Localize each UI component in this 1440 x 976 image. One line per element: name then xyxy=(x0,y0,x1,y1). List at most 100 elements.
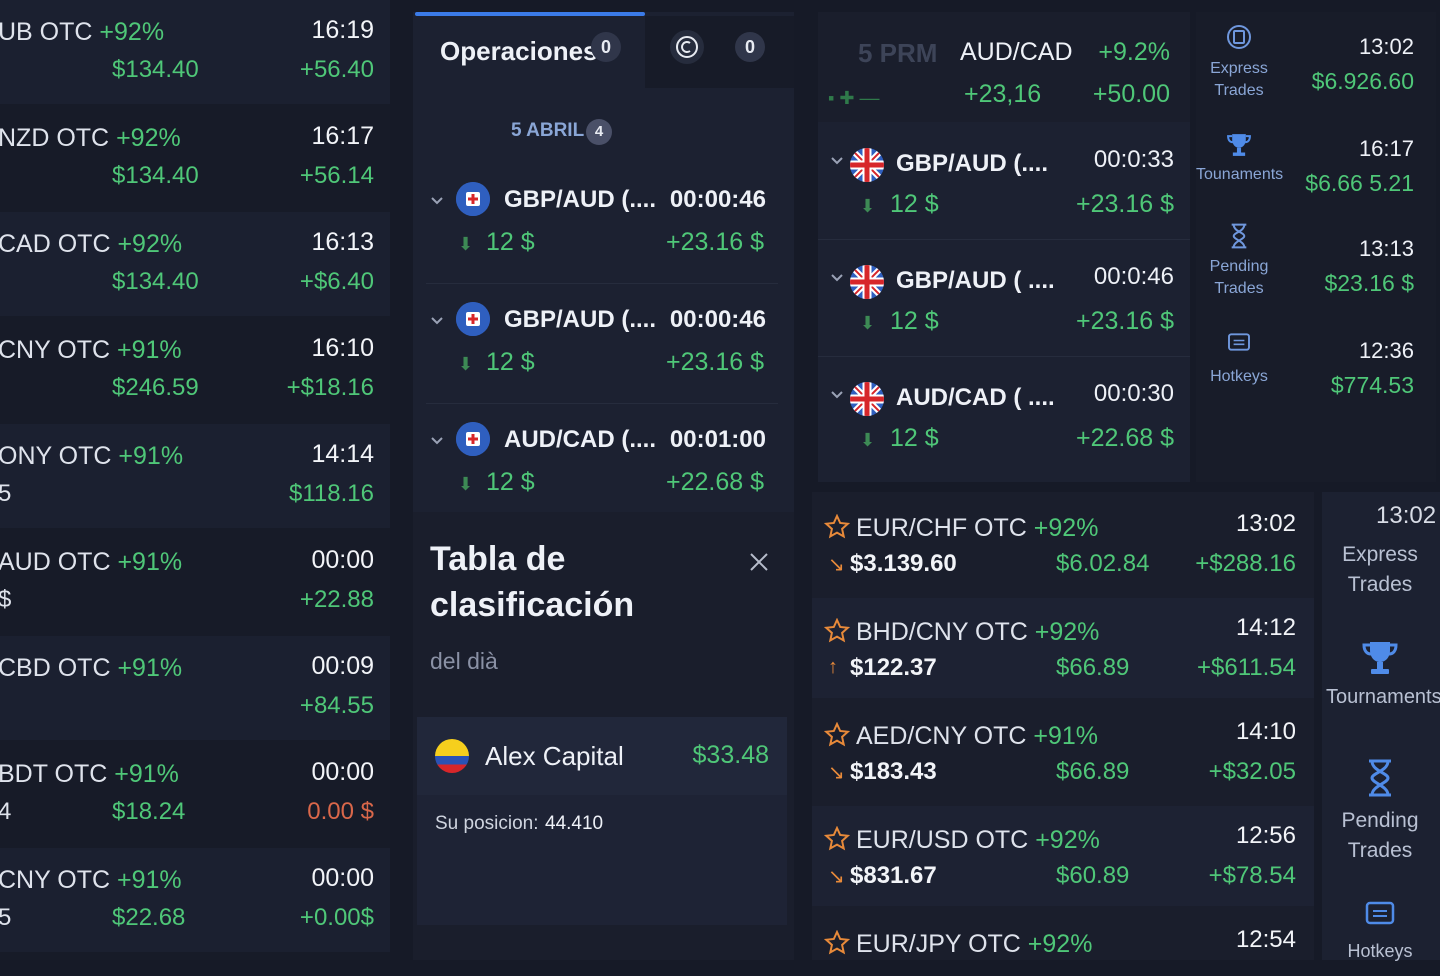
operation-name: GBP/AUD (.... xyxy=(504,306,657,333)
right-trade-item[interactable]: AUD/CAD ( .... 00:0:30 ⬇ 12 $ +22.68 $ xyxy=(818,358,1190,474)
side-nav-item[interactable]: Express Trades xyxy=(1196,24,1282,102)
left-asset-time: 00:00 xyxy=(311,864,374,892)
leaderboard-subtitle: del dià xyxy=(430,648,498,674)
asset-change: +$288.16 xyxy=(1195,550,1296,577)
right-trade-name: GBP/AUD (.... xyxy=(896,150,1049,177)
date-label: 5 ABRIL xyxy=(511,120,585,141)
chevron-down-icon[interactable] xyxy=(430,314,444,328)
asset-mid: $66.89 xyxy=(1056,758,1130,785)
operation-item[interactable]: GBP/AUD (.... 00:00:46 ⬇ 12 $ +23.16 $ xyxy=(426,292,778,404)
left-asset-change: 0.00 $ xyxy=(307,798,374,825)
star-icon[interactable] xyxy=(823,825,851,852)
left-asset-row[interactable]: NZD OTC +92% 16:17 $134.40 +56.14 xyxy=(0,106,390,210)
left-asset-name: ONY OTC xyxy=(0,442,112,470)
asset-pct: +92% xyxy=(1027,930,1093,958)
operation-item[interactable]: AUD/CAD (.... 00:01:00 ⬇ 12 $ +22.68 $ xyxy=(426,412,778,524)
operations-tab-label: Operaciones xyxy=(440,36,598,66)
leaderboard-user-row[interactable]: Alex Capital $33.48 xyxy=(417,717,787,795)
right-trade-item[interactable]: GBP/AUD (.... 00:0:33 ⬇ 12 $ +23.16 $ xyxy=(818,124,1190,240)
operation-item[interactable]: GBP/AUD (.... 00:00:46 ⬇ 12 $ +23.16 $ xyxy=(426,172,778,284)
right-trade-amount: 12 $ xyxy=(890,307,939,335)
right-trade-item[interactable]: GBP/AUD ( .... 00:0:46 ⬇ 12 $ +23.16 $ xyxy=(818,241,1190,357)
clock-tab[interactable]: 0 xyxy=(645,16,794,88)
left-asset-name: CNY OTC xyxy=(0,866,111,894)
bottom-nav-tournaments[interactable]: Tournaments xyxy=(1326,636,1440,712)
left-asset-value: 5 xyxy=(0,480,12,507)
left-asset-value: $22.68 xyxy=(112,904,186,931)
asset-pair: BHD/CNY OTC +92% xyxy=(856,618,1099,647)
left-asset-row[interactable]: CNY OTC +91% 00:00 5 $22.68 +0.00$ xyxy=(0,848,390,952)
left-asset-pct: +91% xyxy=(118,442,184,470)
asset-row[interactable]: EUR/JPY OTC +92% 12:54 xyxy=(812,910,1314,976)
right-trade-payout: +23.16 $ xyxy=(1075,307,1174,335)
left-asset-name: BDT OTC xyxy=(0,760,108,788)
pending-label-1: Pending xyxy=(1341,809,1419,832)
left-asset-time: 00:09 xyxy=(311,652,374,680)
bottom-nav-pending-trades[interactable]: Pending Trades xyxy=(1326,758,1434,866)
chevron-down-icon[interactable] xyxy=(430,434,444,448)
star-icon[interactable] xyxy=(823,617,851,644)
left-asset-row[interactable]: UB OTC +92% 16:19 $134.40 +56.40 xyxy=(0,0,390,104)
right-trade-payout: +23.16 $ xyxy=(1075,190,1174,218)
keyboard-icon xyxy=(1196,332,1282,366)
asset-time: 14:10 xyxy=(1235,718,1296,745)
left-asset-pct: +91% xyxy=(117,336,182,364)
left-asset-row[interactable]: CAD OTC +92% 16:13 $134.40 +$6.40 xyxy=(0,212,390,316)
bottom-nav-time: 13:02 xyxy=(1376,502,1437,529)
clock-tab-count: 0 xyxy=(735,32,765,62)
leaderboard-user-name: Alex Capital xyxy=(485,741,624,771)
hotkeys-label: Hotkeys xyxy=(1347,941,1413,961)
asset-mid: $66.89 xyxy=(1056,654,1130,681)
left-asset-change: +$18.16 xyxy=(286,374,374,401)
left-asset-row[interactable]: AUD OTC +91% 00:00 $ +22.88 xyxy=(0,530,390,634)
chevron-down-icon[interactable] xyxy=(830,271,844,285)
left-asset-value: $134.40 xyxy=(112,268,199,295)
left-asset-change: $118.16 xyxy=(289,480,374,507)
asset-pct: +91% xyxy=(1033,722,1098,750)
leaderboard-title-line1: Tabla de xyxy=(430,540,566,578)
left-asset-name: CBD OTC xyxy=(0,654,111,682)
side-nav-item[interactable]: Hotkeys xyxy=(1196,332,1282,388)
asset-row[interactable]: EUR/CHF OTC +92% 13:02 ↘ $3.139.60 $6.02.84 +… xyxy=(812,494,1314,594)
currency-flag-icon xyxy=(456,422,490,456)
operations-tab[interactable]: Operaciones 0 xyxy=(413,16,645,88)
star-icon[interactable] xyxy=(823,513,851,540)
side-nav-label-2: Trades xyxy=(1214,280,1264,297)
star-icon[interactable] xyxy=(823,721,851,748)
operation-payout: +23.16 $ xyxy=(665,348,764,376)
chevron-down-icon[interactable] xyxy=(830,154,844,168)
left-asset-row[interactable]: BDT OTC +91% 00:00 4 $18.24 0.00 $ xyxy=(0,742,390,846)
left-asset-pair: CBD OTC +91% xyxy=(0,654,182,683)
asset-price: $831.67 xyxy=(850,862,937,889)
chevron-down-icon[interactable] xyxy=(830,388,844,402)
left-asset-row[interactable]: CBD OTC +91% 00:09 +84.55 xyxy=(0,636,390,740)
left-asset-row[interactable]: ONY OTC +91% 14:14 5 $118.16 xyxy=(0,424,390,528)
chevron-down-icon[interactable] xyxy=(430,194,444,208)
star-icon[interactable] xyxy=(823,929,851,956)
side-nav-item[interactable]: Pending Trades xyxy=(1196,222,1282,300)
left-asset-name: UB OTC xyxy=(0,18,93,46)
uk-flag-icon xyxy=(850,148,884,182)
side-value-amount: $6.926.60 xyxy=(1311,68,1414,94)
left-asset-change: +56.14 xyxy=(299,162,374,189)
summary-row: 5 PRM AUD/CAD +9.2% ▪ ✚ ‒‒ +23,16 +50.00 xyxy=(818,12,1190,122)
asset-mid: $6.02.84 xyxy=(1056,550,1150,577)
summary-payout: +50.00 xyxy=(1092,80,1170,108)
asset-row[interactable]: EUR/USD OTC +92% 12:56 ↘ $831.67 $60.89 +$78.… xyxy=(812,806,1314,906)
right-trade-name: GBP/AUD ( .... xyxy=(896,267,1055,294)
asset-row[interactable]: BHD/CNY OTC +92% 14:12 ↑ $122.37 $66.89 +$611… xyxy=(812,598,1314,698)
left-asset-name: CNY OTC xyxy=(0,336,111,364)
left-asset-row[interactable]: CNY OTC +91% 16:10 $246.59 +$18.16 xyxy=(0,318,390,422)
bottom-nav-hotkeys[interactable]: Hotkeys xyxy=(1326,900,1434,966)
operation-payout: +23.16 $ xyxy=(665,228,764,256)
side-value-amount: $23.16 $ xyxy=(1324,270,1414,296)
close-icon[interactable] xyxy=(747,550,771,574)
asset-time: 13:02 xyxy=(1235,510,1296,537)
left-asset-value: $134.40 xyxy=(112,56,199,83)
bottom-nav-express-trades[interactable]: Express Trades xyxy=(1326,540,1434,600)
asset-row[interactable]: AED/CNY OTC +91% 14:10 ↘ $183.43 $66.89 +$32.… xyxy=(812,702,1314,802)
side-nav-item[interactable]: Tounaments xyxy=(1196,130,1283,186)
asset-pair: AED/CNY OTC +91% xyxy=(856,722,1098,751)
currency-flag-icon xyxy=(456,302,490,336)
asset-change: +$611.54 xyxy=(1197,654,1296,681)
